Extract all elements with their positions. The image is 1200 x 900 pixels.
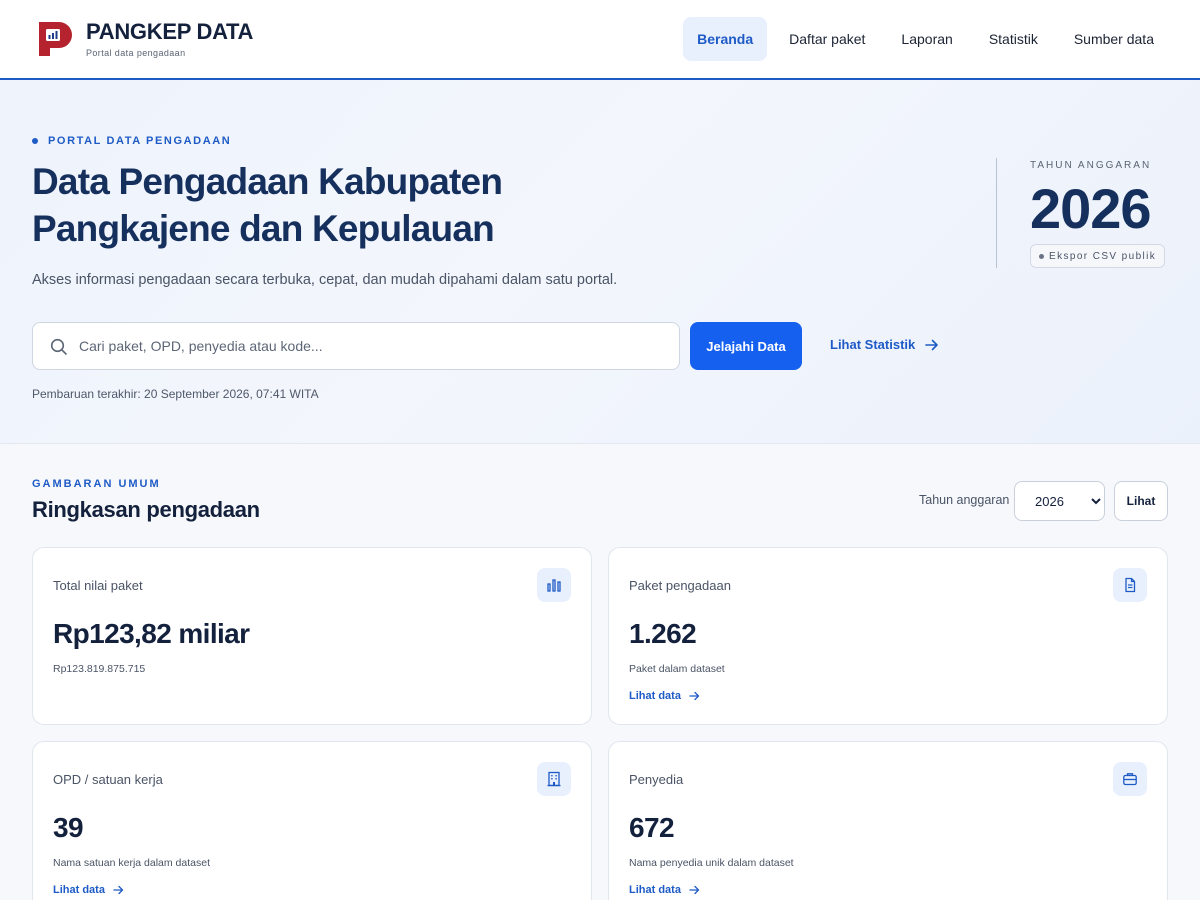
card-label: Paket pengadaan: [629, 578, 731, 593]
view-button[interactable]: Lihat: [1114, 481, 1168, 521]
view-statistics-link[interactable]: Lihat Statistik: [830, 337, 939, 352]
search-box[interactable]: [32, 322, 680, 370]
fiscal-year-label: TAHUN ANGGARAN: [1030, 160, 1152, 171]
csv-export-badge[interactable]: Ekspor CSV publik: [1030, 244, 1166, 268]
eyebrow-dot-icon: [32, 138, 38, 144]
fiscal-year-select[interactable]: 2026: [1014, 481, 1105, 521]
card-subtext: Nama penyedia unik dalam dataset: [629, 857, 794, 869]
card-subtext: Nama satuan kerja dalam dataset: [53, 857, 211, 869]
view-data-label: Lihat data: [629, 884, 681, 896]
arrow-right-icon: [689, 691, 700, 701]
hero-section: PORTAL DATA PENGADAAN Data Pengadaan Kab…: [0, 80, 1200, 444]
nav-sumber-data[interactable]: Sumber data: [1056, 17, 1172, 61]
badge-dot-icon: [1039, 253, 1044, 259]
document-icon: [1113, 568, 1147, 602]
main-nav: Beranda Daftar paket Laporan Statistik S…: [683, 17, 1172, 61]
card-total-value: Total nilai paket Rp123,82 miliar Rp123.…: [32, 547, 592, 725]
explore-data-button[interactable]: Jelajahi Data: [690, 322, 802, 370]
brand-logo-icon[interactable]: [37, 20, 73, 58]
nav-beranda[interactable]: Beranda: [683, 17, 768, 61]
last-updated-text: Pembaruan terakhir: 20 September 2026, 0…: [32, 387, 319, 401]
hero-title-line2: Pangkajene dan Kepulauan: [32, 208, 495, 249]
card-work-units: OPD / satuan kerja 39 Nama satuan kerja …: [32, 741, 592, 900]
summary-eyebrow: GAMBARAN UMUM: [32, 478, 161, 490]
card-subtext: Paket dalam dataset: [629, 663, 725, 675]
card-value: 672: [629, 812, 675, 843]
view-data-label: Lihat data: [629, 690, 681, 702]
card-label: Total nilai paket: [53, 578, 143, 593]
arrow-right-icon: [925, 339, 939, 350]
card-providers: Penyedia 672 Nama penyedia unik dalam da…: [608, 741, 1168, 900]
nav-daftar-paket[interactable]: Daftar paket: [771, 17, 883, 61]
summary-title: Ringkasan pengadaan: [32, 497, 260, 522]
brand-subtitle: Portal data pengadaan: [86, 48, 186, 58]
fiscal-year-value: 2026: [1030, 177, 1152, 240]
hero-title-line1: Data Pengadaan Kabupaten: [32, 161, 503, 202]
view-data-link[interactable]: Lihat data: [629, 690, 700, 702]
view-data-link[interactable]: Lihat data: [53, 884, 124, 896]
card-value: 39: [53, 812, 84, 843]
card-subtext: Rp123.819.875.715: [53, 663, 146, 675]
search-icon: [50, 338, 67, 355]
arrow-right-icon: [689, 885, 700, 895]
arrow-right-icon: [113, 885, 124, 895]
card-value: 1.262: [629, 618, 697, 649]
view-data-link[interactable]: Lihat data: [629, 884, 700, 896]
card-label: OPD / satuan kerja: [53, 772, 163, 787]
brand-name[interactable]: PANGKEP DATA: [86, 19, 253, 45]
fiscal-year-filter-label: Tahun anggaran: [919, 493, 1010, 507]
fiscal-year-panel: TAHUN ANGGARAN 2026 Ekspor CSV publik: [996, 158, 1176, 268]
briefcase-icon: [1113, 762, 1147, 796]
building-icon: [537, 762, 571, 796]
hero-title: Data Pengadaan Kabupaten Pangkajene dan …: [32, 158, 652, 252]
card-value: Rp123,82 miliar: [53, 618, 250, 649]
view-statistics-label: Lihat Statistik: [830, 337, 916, 352]
hero-eyebrow: PORTAL DATA PENGADAAN: [32, 135, 231, 147]
nav-statistik[interactable]: Statistik: [971, 17, 1056, 61]
site-header: PANGKEP DATA Portal data pengadaan Beran…: [0, 0, 1200, 80]
search-input[interactable]: [79, 323, 669, 369]
csv-export-label: Ekspor CSV publik: [1049, 250, 1157, 262]
view-data-label: Lihat data: [53, 884, 105, 896]
card-label: Penyedia: [629, 772, 684, 787]
hero-eyebrow-text: PORTAL DATA PENGADAAN: [48, 135, 232, 147]
hero-description: Akses informasi pengadaan secara terbuka…: [32, 272, 618, 288]
nav-laporan[interactable]: Laporan: [883, 17, 970, 61]
card-packages: Paket pengadaan 1.262 Paket dalam datase…: [608, 547, 1168, 725]
bar-chart-icon: [537, 568, 571, 602]
